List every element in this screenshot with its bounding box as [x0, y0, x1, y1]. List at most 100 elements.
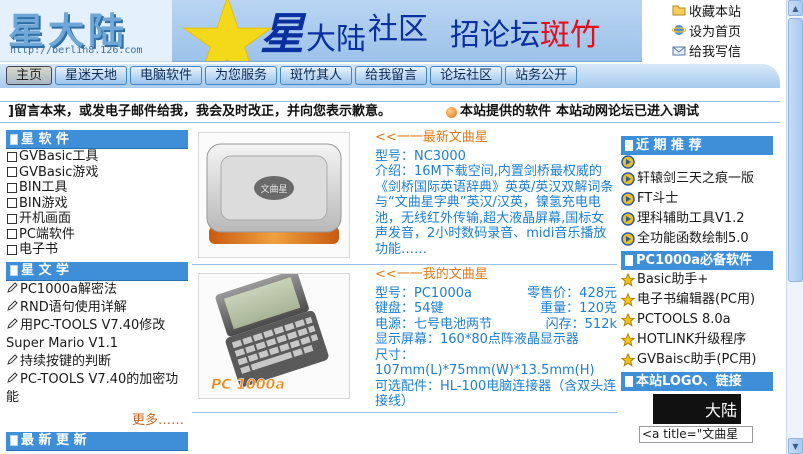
nav-moderator[interactable]: 斑竹其人 [280, 66, 353, 85]
product-title[interactable]: <<一一最新文曲星 [375, 130, 617, 146]
scroll-down-button[interactable]: ▼ [788, 438, 803, 454]
nav-affairs[interactable]: 站务公开 [505, 66, 578, 85]
bullet-icon [446, 106, 457, 118]
star-icon [620, 332, 636, 347]
scroll-thumb[interactable] [788, 18, 803, 282]
articles-list: PC1000a解密法 RND语句使用详解 用PC-TOOLS V7.40修改 Su… [6, 281, 188, 407]
header-links: 收藏本站 设为首页 给我写信 [671, 0, 788, 60]
articles-section-header: 星 文 学 [6, 261, 188, 281]
essentials-section-title: PC1000a必备软件 [636, 253, 753, 268]
arrow-up-icon: ▲ [792, 3, 799, 13]
recommend-item[interactable] [621, 155, 773, 169]
banner-shequ: 社区 [368, 12, 428, 47]
scroll-up-button[interactable]: ▲ [788, 0, 803, 16]
recommend-item-label: 轩辕剑三天之痕一版 [637, 171, 755, 186]
recommend-item[interactable]: FT斗士 [621, 189, 773, 209]
star-icon [620, 272, 636, 287]
product-image-nc3000[interactable]: 文曲星 [198, 132, 350, 258]
media-player-icon [621, 155, 635, 169]
checkbox-icon [7, 151, 17, 162]
essentials-item[interactable]: GVBaisc助手(PC用) [620, 350, 773, 370]
article-item[interactable]: PC-TOOLS V7.40的加密功能 [6, 371, 188, 407]
site-logo-badge[interactable]: 大陆 [653, 394, 741, 424]
recommend-item[interactable]: 全功能函数绘制5.0 [621, 229, 773, 249]
marquee-text-1: ]留言本来，或发电子邮件给我，我会及时改正，并向您表示歉意。 [8, 104, 391, 119]
media-player-icon [621, 232, 635, 246]
software-item[interactable]: 电子书 [7, 242, 188, 258]
software-item[interactable]: GVBasic游戏 [7, 165, 188, 181]
nav-fans[interactable]: 星迷天地 [55, 66, 128, 85]
pen-icon [6, 353, 18, 366]
software-item-label: PC端软件 [19, 226, 75, 242]
essentials-item[interactable]: PCTOOLS 8.0a [620, 310, 773, 330]
header-mark-icon [625, 376, 633, 387]
recommend-item[interactable]: 轩辕剑三天之痕一版 [621, 169, 773, 189]
software-item[interactable]: 开机画面 [7, 211, 188, 227]
essentials-item-label: PCTOOLS 8.0a [637, 312, 731, 327]
device-brand-label: 文曲星 [260, 183, 287, 195]
site-logo[interactable]: 星大陆 http://berlin8.126.com [0, 0, 172, 62]
pen-icon [6, 299, 18, 312]
article-item[interactable]: 持续按键的判断 [6, 353, 188, 371]
link-code-textbox[interactable]: <a title="文曲星 [639, 426, 753, 443]
product-description: 介绍：16M下载空间,内置剑桥最权威的《剑桥国际英语辞典》英英/英汉双解词条与“… [375, 164, 614, 257]
media-player-icon [621, 212, 635, 226]
recommend-section-header: 近 期 推 荐 [621, 136, 773, 155]
product-image-pc1000a[interactable]: PC 1000a [198, 273, 350, 399]
updates-section-header: 最 新 更 新 [6, 431, 188, 451]
device-model-label: PC 1000a [211, 377, 285, 393]
star-icon [620, 312, 636, 327]
essentials-item-label: Basic助手+ [637, 272, 709, 287]
article-item[interactable]: PC1000a解密法 [6, 281, 188, 299]
article-item[interactable]: 用PC-TOOLS V7.40修改 Super Mario V1.1 [6, 317, 188, 353]
article-item[interactable]: RND语句使用详解 [6, 299, 188, 317]
software-section-header: 星 软 件 [6, 130, 188, 149]
software-item[interactable]: BIN工具 [7, 180, 188, 196]
software-item[interactable]: PC端软件 [7, 227, 188, 243]
nav-guestbook[interactable]: 给我留言 [355, 66, 428, 85]
set-homepage-link[interactable]: 设为首页 [671, 20, 788, 40]
product-title[interactable]: <<一一我的文曲星 [375, 267, 617, 283]
software-list: GVBasic工具 GVBasic游戏 BIN工具 BIN游戏 开机画面 PC端… [6, 149, 188, 258]
essentials-item[interactable]: Basic助手+ [620, 270, 773, 290]
logo-url: http://berlin8.126.com [10, 45, 143, 56]
checkbox-icon [7, 213, 17, 224]
logo-link-section-title: 本站LOGO、链接 [636, 374, 742, 389]
recommend-item-label: 全功能函数绘制5.0 [637, 231, 749, 246]
checkbox-icon [7, 182, 17, 193]
nav-forum[interactable]: 论坛社区 [430, 66, 503, 85]
ie-globe-icon [671, 24, 687, 36]
announcement-marquee: ]留言本来，或发电子邮件给我，我会及时改正，并向您表示歉意。 本站提供的软件 本… [0, 101, 780, 123]
logo-link-section-header: 本站LOGO、链接 [621, 372, 773, 391]
vertical-scrollbar[interactable]: ▲ ▼ [786, 0, 803, 454]
software-item[interactable]: BIN游戏 [7, 196, 188, 212]
recommend-item-label: FT斗士 [637, 191, 679, 206]
marquee-text-3: 本站动网论坛已进入调试 [556, 104, 700, 119]
essentials-item[interactable]: 电子书编辑器(PC用) [620, 290, 773, 310]
logo-badge-text: 大陆 [704, 401, 737, 420]
banner-xing: 星 [260, 9, 304, 60]
nav-service[interactable]: 为您服务 [205, 66, 278, 85]
software-item[interactable]: GVBasic工具 [7, 149, 188, 165]
checkbox-icon [7, 229, 17, 240]
banner-recruit-prefix: 招论坛 [450, 18, 540, 53]
essentials-list: Basic助手+ 电子书编辑器(PC用) PCTOOLS 8.0a HOTLIN… [620, 270, 773, 370]
article-item-label: PC1000a解密法 [20, 281, 117, 297]
recommend-item[interactable]: 理科辅助工具V1.2 [621, 209, 773, 229]
arrow-down-icon: ▼ [792, 441, 799, 451]
essentials-item[interactable]: HOTLINK升级程序 [620, 330, 773, 350]
software-item-label: GVBasic游戏 [19, 164, 99, 180]
product-info-pc1000a: <<一一我的文曲星 型号：PC1000a 零售价：428元 键盘：54键 重量：12… [375, 267, 617, 410]
bookmark-link[interactable]: 收藏本站 [672, 0, 788, 20]
product-showcase: 文曲星 <<一一最新文曲星 型号：NC3000 介绍：16M下载空间,内置剑桥最… [192, 128, 617, 413]
article-item-label: 持续按键的判断 [20, 353, 112, 369]
nav-home[interactable]: 主页 [6, 66, 53, 85]
product-card: PC 1000a <<一一我的文曲星 型号：PC1000a 零售价：428元 键盘… [192, 265, 617, 413]
more-link[interactable]: 更多…… [6, 409, 188, 428]
header-mark-icon [625, 140, 633, 151]
mail-icon [672, 44, 686, 56]
software-item-label: 电子书 [19, 242, 59, 257]
nav-software[interactable]: 电脑软件 [130, 66, 203, 85]
write-mail-link[interactable]: 给我写信 [672, 40, 788, 60]
bookmark-label: 收藏本站 [689, 4, 742, 20]
